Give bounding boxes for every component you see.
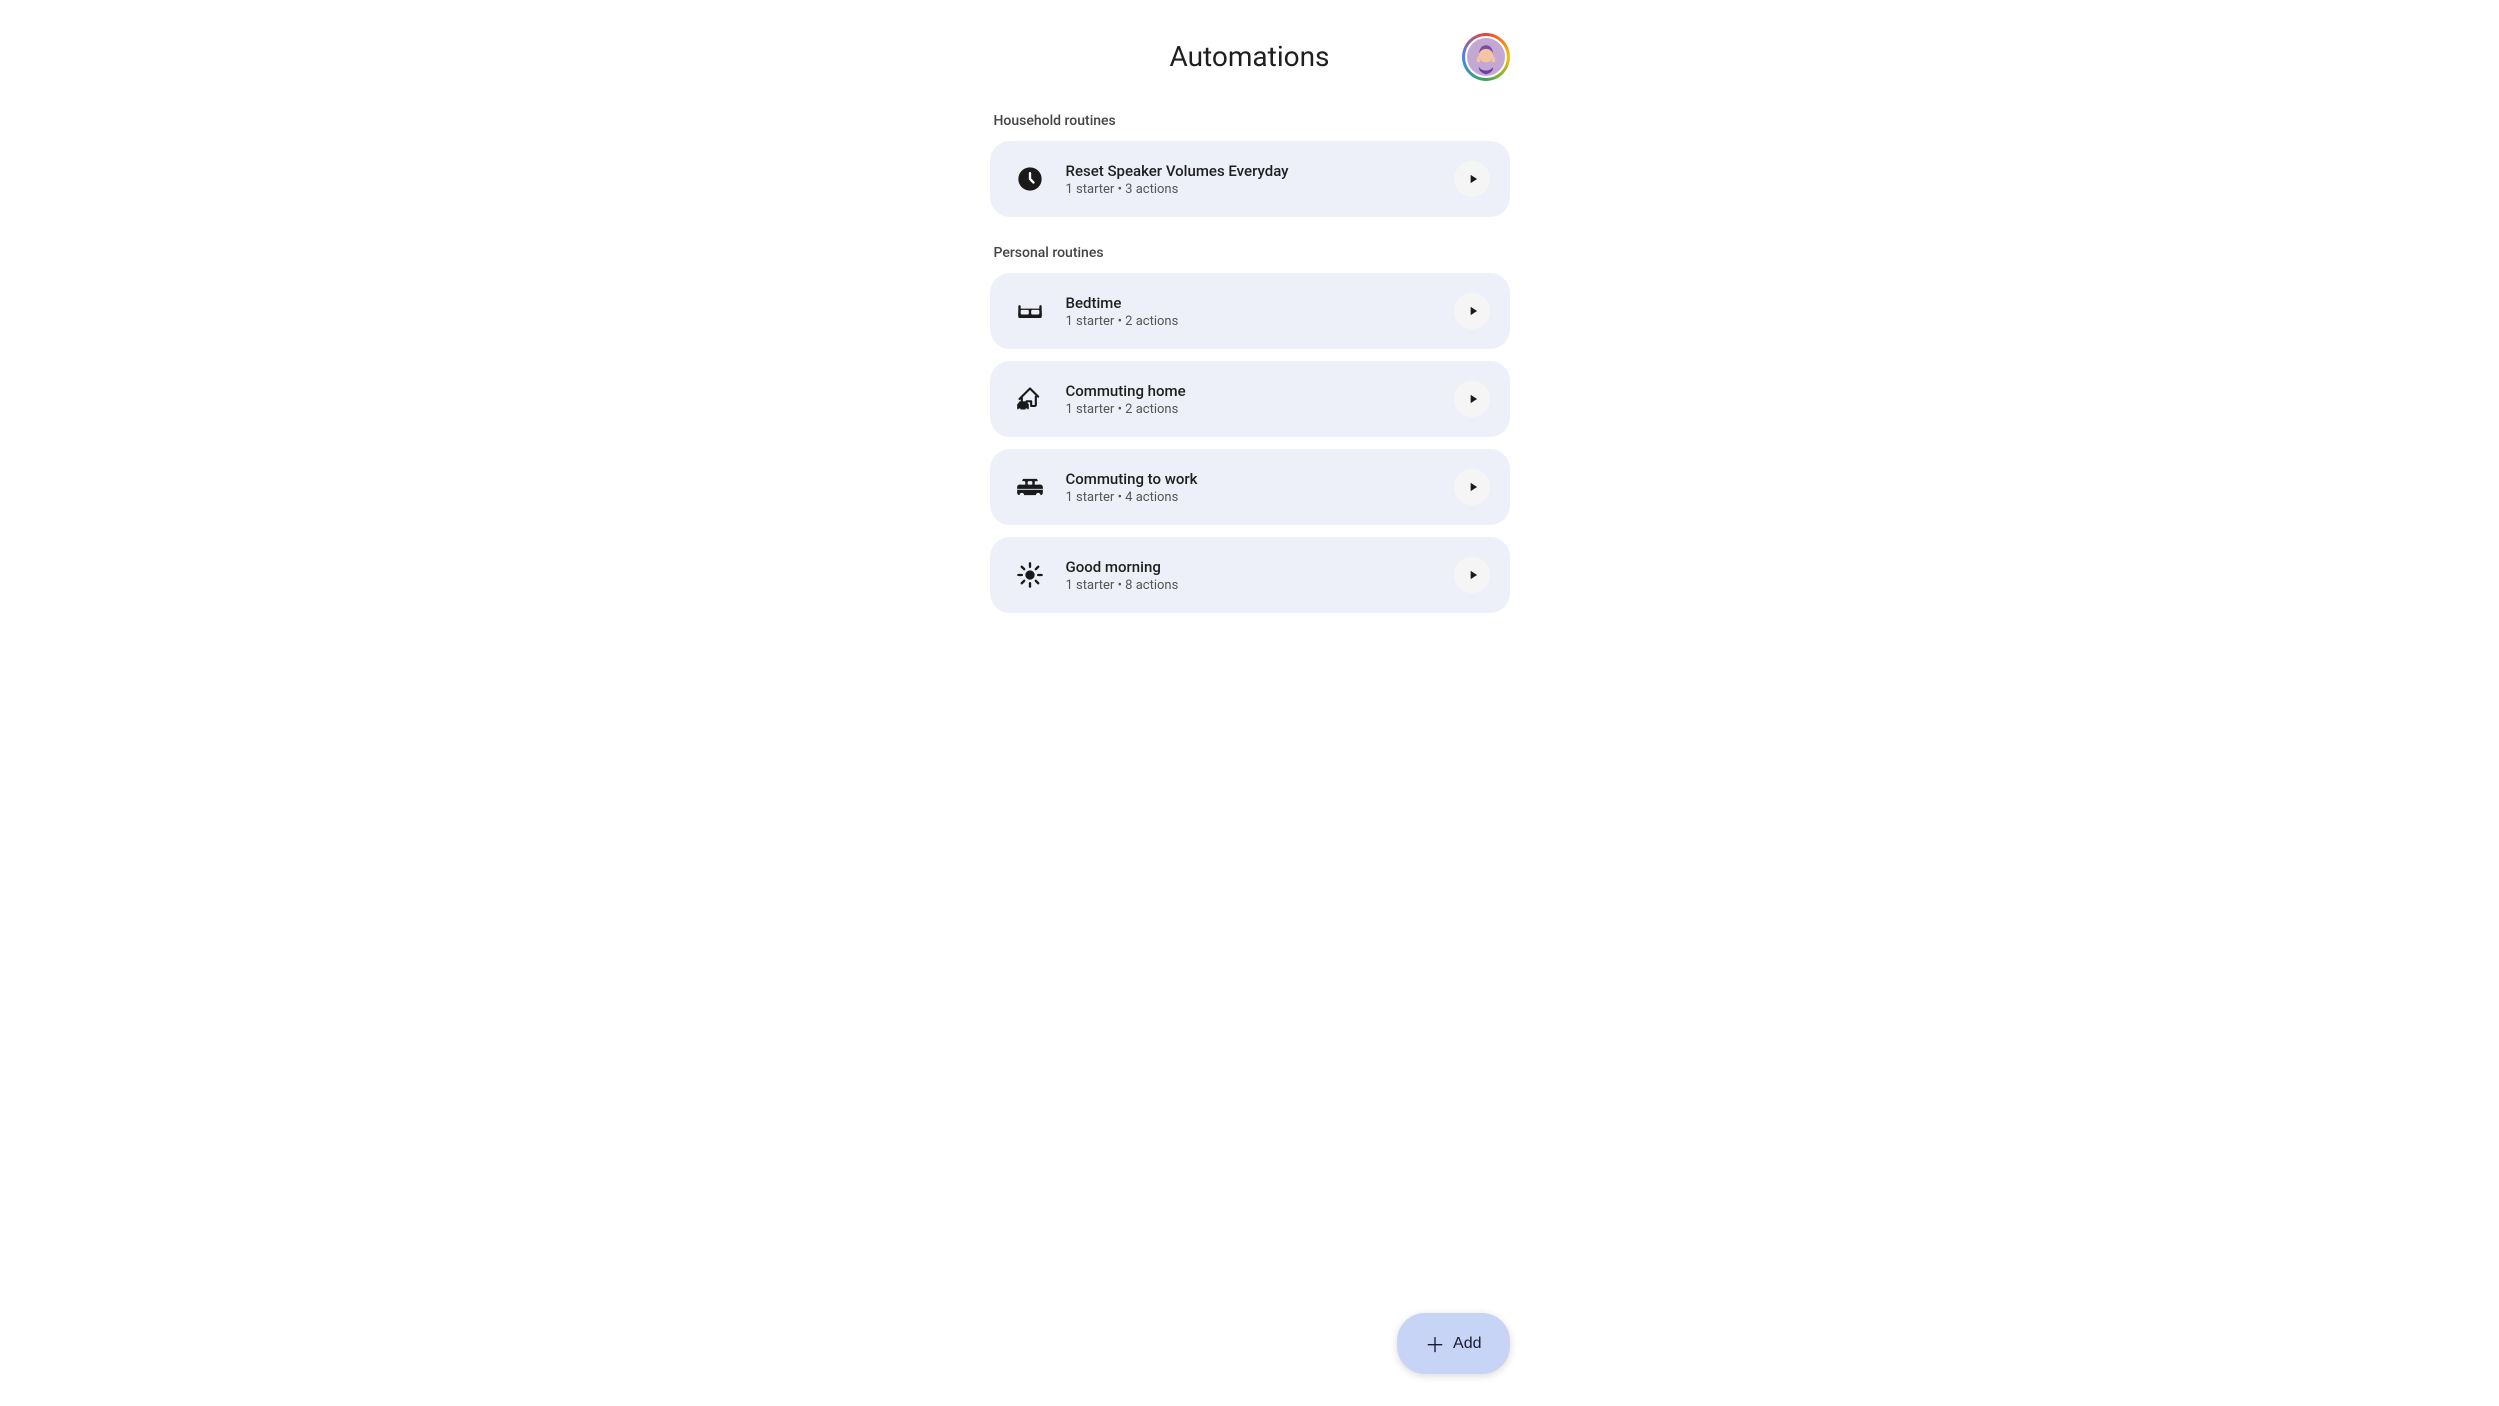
- routine-card-commuting-work[interactable]: Commuting to work 1 starter • 4 actions: [990, 449, 1510, 525]
- routine-icon-sun: [1010, 555, 1050, 595]
- car-home-icon: [1016, 385, 1044, 413]
- play-button-commuting-work[interactable]: [1454, 469, 1490, 505]
- section-household: Household routines Reset Speaker Volumes…: [990, 113, 1510, 217]
- play-icon: [1466, 172, 1480, 186]
- add-button[interactable]: ＋ Add: [1397, 1313, 1509, 1374]
- routine-icon-car-home: [1010, 379, 1050, 419]
- routine-name-good-morning: Good morning: [1066, 558, 1454, 576]
- sections-container: Household routines Reset Speaker Volumes…: [990, 113, 1510, 613]
- avatar-image: [1467, 36, 1505, 78]
- routine-card-bedtime[interactable]: Bedtime 1 starter • 2 actions: [990, 273, 1510, 349]
- play-icon: [1466, 304, 1480, 318]
- page-title: Automations: [1169, 40, 1329, 73]
- routine-info-bedtime: Bedtime 1 starter • 2 actions: [1066, 294, 1454, 329]
- plus-icon: ＋: [1425, 1329, 1445, 1358]
- routine-name-bedtime: Bedtime: [1066, 294, 1454, 312]
- routine-info-good-morning: Good morning 1 starter • 8 actions: [1066, 558, 1454, 593]
- routine-card-good-morning[interactable]: Good morning 1 starter • 8 actions: [990, 537, 1510, 613]
- routine-info-reset-speaker: Reset Speaker Volumes Everyday 1 starter…: [1066, 162, 1454, 197]
- car-work-icon: [1016, 473, 1044, 501]
- routine-meta-bedtime: 1 starter • 2 actions: [1066, 314, 1454, 329]
- routine-info-commuting-home: Commuting home 1 starter • 2 actions: [1066, 382, 1454, 417]
- routine-meta-commuting-home: 1 starter • 2 actions: [1066, 402, 1454, 417]
- avatar: [1465, 36, 1507, 78]
- add-label: Add: [1453, 1335, 1481, 1353]
- play-icon: [1466, 568, 1480, 582]
- play-icon: [1466, 480, 1480, 494]
- sun-icon: [1016, 561, 1044, 589]
- routine-icon-car-work: [1010, 467, 1050, 507]
- routine-name-commuting-work: Commuting to work: [1066, 470, 1454, 488]
- avatar-ring[interactable]: [1462, 33, 1510, 81]
- clock-icon: [1016, 165, 1044, 193]
- bed-icon: [1016, 297, 1044, 325]
- routine-name-commuting-home: Commuting home: [1066, 382, 1454, 400]
- routine-icon-bed: [1010, 291, 1050, 331]
- routine-card-reset-speaker[interactable]: Reset Speaker Volumes Everyday 1 starter…: [990, 141, 1510, 217]
- routine-card-commuting-home[interactable]: Commuting home 1 starter • 2 actions: [990, 361, 1510, 437]
- play-button-commuting-home[interactable]: [1454, 381, 1490, 417]
- section-label-household: Household routines: [990, 113, 1510, 129]
- play-button-reset-speaker[interactable]: [1454, 161, 1490, 197]
- play-button-bedtime[interactable]: [1454, 293, 1490, 329]
- play-icon: [1466, 392, 1480, 406]
- routine-icon-clock: [1010, 159, 1050, 199]
- section-personal: Personal routines Bedtime 1 starter •: [990, 245, 1510, 613]
- routine-meta-commuting-work: 1 starter • 4 actions: [1066, 490, 1454, 505]
- header: Automations: [990, 40, 1510, 73]
- routine-meta-reset-speaker: 1 starter • 3 actions: [1066, 182, 1454, 197]
- routine-info-commuting-work: Commuting to work 1 starter • 4 actions: [1066, 470, 1454, 505]
- section-label-personal: Personal routines: [990, 245, 1510, 261]
- play-button-good-morning[interactable]: [1454, 557, 1490, 593]
- page-container: Automations Household routines: [990, 40, 1510, 1366]
- routine-meta-good-morning: 1 starter • 8 actions: [1066, 578, 1454, 593]
- avatar-container[interactable]: [1462, 33, 1510, 81]
- routine-name-reset-speaker: Reset Speaker Volumes Everyday: [1066, 162, 1454, 180]
